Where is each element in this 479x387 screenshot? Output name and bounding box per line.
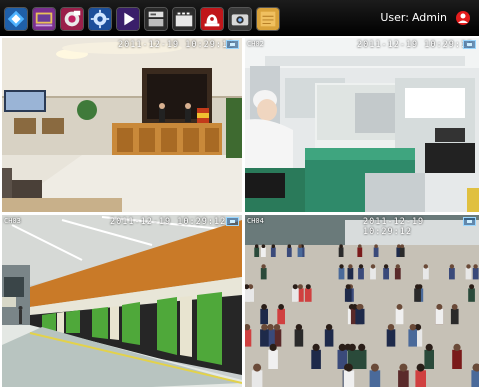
camera-4-feed (245, 215, 479, 387)
playback-icon[interactable] (32, 7, 56, 31)
camera-3-timestamp: 2011-12-19 10:29:12 (110, 217, 227, 227)
camera-icon[interactable] (228, 7, 252, 31)
user-info[interactable]: User: Admin (380, 11, 447, 25)
camera-4-channel: CH04 (247, 217, 264, 225)
camera-2-feed (245, 38, 479, 212)
camera-4-timestamp: 2011-12-19 10:29:12 (363, 217, 425, 237)
live-view-icon[interactable] (4, 7, 28, 31)
camera-3-channel: CH03 (4, 217, 21, 225)
camera-view-2[interactable]: CH02 2011-12-19 10:29:12 (245, 38, 479, 212)
notes-icon[interactable] (256, 7, 280, 31)
camera-2-timestamp: 2011-12-19 10:29:12 (357, 40, 474, 50)
recording-indicator-icon (226, 217, 239, 226)
camera-grid: 2011-12-19 10:29:12 CH02 2011-12-19 10:2… (2, 38, 479, 387)
toolbar: User: Admin (0, 0, 479, 36)
camera-1-feed (2, 38, 242, 212)
user-name: Admin (411, 11, 447, 24)
record-icon[interactable] (60, 7, 84, 31)
user-badge-icon[interactable] (455, 10, 471, 26)
alarm-icon[interactable] (200, 7, 224, 31)
camera-1-timestamp: 2011-12-19 10:29:12 (118, 40, 235, 50)
camera-3-feed (2, 215, 242, 387)
video-clip-icon[interactable] (172, 7, 196, 31)
storage-icon[interactable] (144, 7, 168, 31)
camera-view-3[interactable]: CH03 2011-12-19 10:29:12 (2, 215, 242, 387)
recording-indicator-icon (463, 40, 476, 49)
camera-view-1[interactable]: 2011-12-19 10:29:12 (2, 38, 242, 212)
settings-icon[interactable] (88, 7, 112, 31)
user-label: User: (380, 11, 409, 24)
recording-indicator-icon (226, 40, 239, 49)
media-player-icon[interactable] (116, 7, 140, 31)
camera-2-channel: CH02 (247, 40, 264, 48)
camera-view-4[interactable]: CH04 2011-12-19 10:29:12 (245, 215, 479, 387)
recording-indicator-icon (463, 217, 476, 226)
